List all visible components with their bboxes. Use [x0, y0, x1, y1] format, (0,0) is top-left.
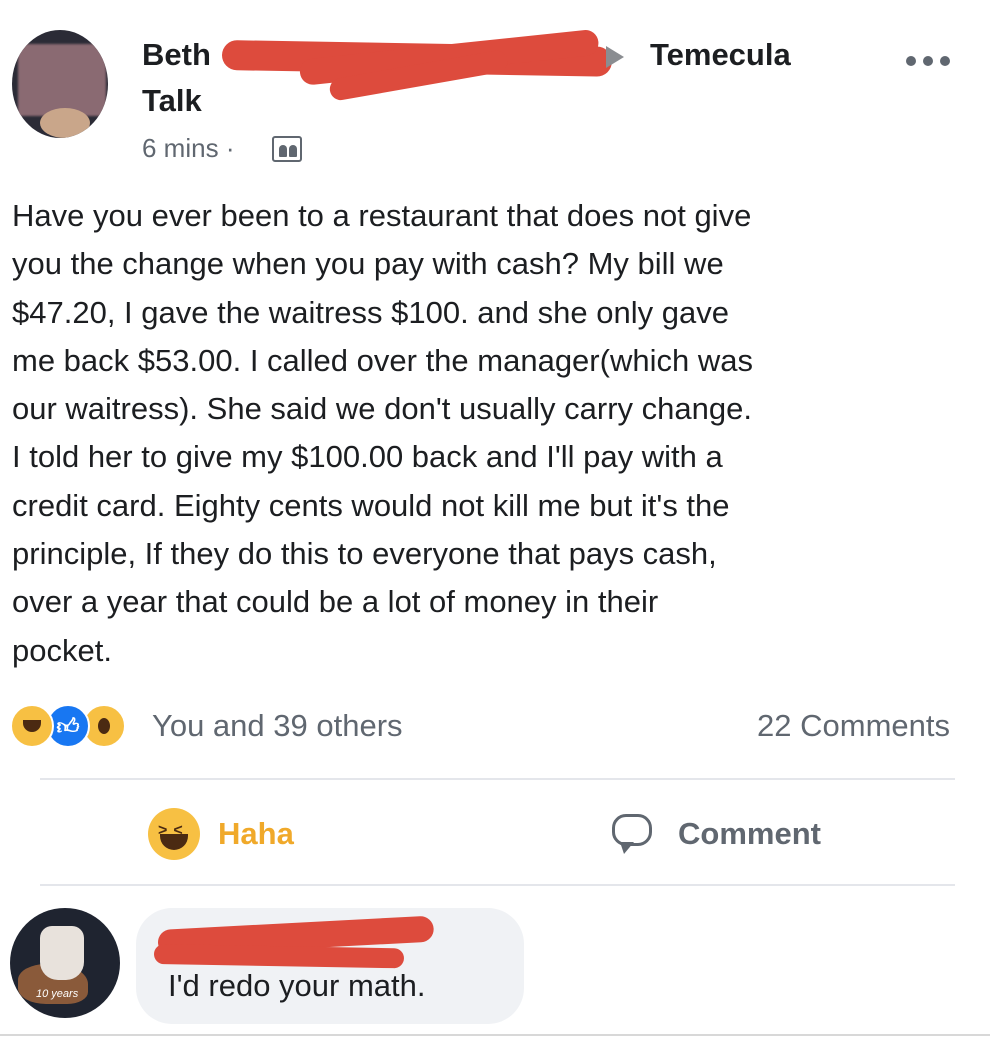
avatar-hand	[40, 926, 84, 980]
comment-label: Comment	[678, 816, 821, 851]
reaction-icons[interactable]: 👍︎	[10, 704, 150, 750]
haha-reaction-icon	[10, 704, 54, 748]
avatar-face	[40, 108, 90, 138]
haha-emoji-icon: ><	[148, 808, 200, 860]
commenter-avatar[interactable]: 10 years	[10, 908, 120, 1018]
comment-bubble-icon	[612, 814, 652, 854]
post-body-text: Have you ever been to a restaurant that …	[12, 198, 753, 668]
reactions-summary: 👍︎ You and 39 others 22 Comments	[0, 698, 990, 758]
reactors-text[interactable]: You and 39 others	[152, 702, 403, 750]
post-meta: 6 mins ·	[142, 130, 234, 166]
comments-count[interactable]: 22 Comments	[757, 702, 950, 750]
haha-label: Haha	[218, 816, 294, 851]
author-avatar[interactable]	[12, 30, 108, 138]
avatar-tag: 10 years	[36, 988, 79, 1000]
meta-separator: ·	[225, 133, 235, 163]
redaction-mark	[153, 944, 405, 969]
post-actions: >< Haha Comment	[0, 790, 990, 880]
post-header: Beth Temecula Talk 6 mins ·	[0, 0, 990, 180]
comment-item: 10 years I'd redo your math.	[0, 900, 990, 1037]
divider	[40, 884, 955, 886]
author-name[interactable]: Beth	[142, 32, 211, 78]
divider	[40, 778, 955, 780]
post-time[interactable]: 6 mins	[142, 133, 219, 163]
group-name[interactable]: Temecula	[650, 32, 791, 78]
comment-text: I'd redo your math.	[168, 968, 426, 1003]
comment-button[interactable]: Comment	[612, 806, 821, 862]
haha-button[interactable]: >< Haha	[148, 806, 294, 862]
group-name-continued[interactable]: Talk	[142, 78, 202, 124]
bottom-border	[0, 1034, 990, 1036]
more-options-icon[interactable]	[906, 54, 956, 68]
comment-bubble[interactable]: I'd redo your math.	[136, 908, 524, 1024]
arrow-right-icon	[606, 46, 624, 68]
audience-friends-icon[interactable]	[272, 136, 302, 162]
avatar-blur	[18, 44, 106, 116]
